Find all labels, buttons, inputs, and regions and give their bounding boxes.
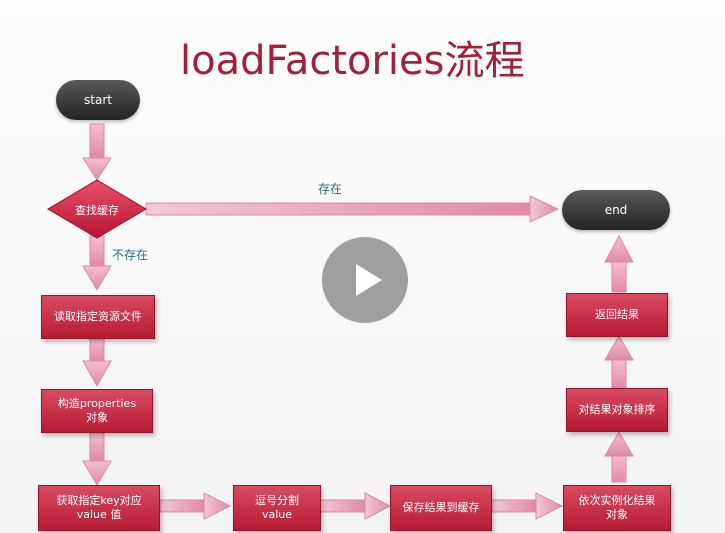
return-label: 返回结果 bbox=[595, 308, 639, 321]
instantiate-box: 依次实例化结果 对象 bbox=[563, 485, 671, 531]
split-box: 逗号分割 value bbox=[233, 485, 321, 531]
arrow-build-to-getvalue bbox=[82, 432, 112, 486]
start-node: start bbox=[56, 80, 140, 120]
arrow-return-to-end bbox=[604, 234, 634, 293]
sort-label: 对结果对象排序 bbox=[578, 403, 656, 416]
split-label: 逗号分割 value bbox=[255, 494, 299, 521]
arrow-save-to-instantiate bbox=[491, 492, 564, 520]
video-play-button[interactable] bbox=[322, 237, 408, 323]
return-box: 返回结果 bbox=[566, 293, 668, 337]
edge-label-not-exists: 不存在 bbox=[112, 248, 149, 262]
sort-box: 对结果对象排序 bbox=[566, 388, 668, 432]
save-cache-box: 保存结果到缓存 bbox=[390, 485, 492, 531]
save-cache-label: 保存结果到缓存 bbox=[402, 501, 480, 514]
instantiate-label: 依次实例化结果 对象 bbox=[578, 494, 656, 521]
arrow-instantiate-to-sort bbox=[604, 431, 634, 483]
play-icon bbox=[356, 264, 382, 296]
get-value-label: 获取指定key对应 value 值 bbox=[56, 494, 142, 521]
read-file-box: 读取指定资源文件 bbox=[41, 295, 155, 339]
arrow-check-to-read bbox=[82, 235, 112, 291]
end-node: end bbox=[562, 190, 670, 230]
arrow-read-to-build bbox=[82, 338, 112, 388]
build-properties-box: 构造properties 对象 bbox=[41, 389, 153, 433]
arrow-getvalue-to-split bbox=[159, 492, 232, 520]
get-value-box: 获取指定key对应 value 值 bbox=[38, 485, 160, 531]
arrow-start-to-check bbox=[82, 123, 112, 181]
arrow-sort-to-return bbox=[604, 335, 634, 389]
arrow-check-to-end bbox=[145, 195, 560, 223]
slide: loadFactories流程 start end 查找缓存 存在 不存在 读取… bbox=[0, 0, 725, 533]
edge-label-exists: 存在 bbox=[318, 182, 343, 196]
build-properties-label: 构造properties 对象 bbox=[57, 397, 137, 424]
read-file-label: 读取指定资源文件 bbox=[54, 310, 142, 323]
end-label: end bbox=[604, 203, 628, 217]
check-cache-label: 查找缓存 bbox=[75, 204, 119, 217]
arrow-split-to-save bbox=[319, 492, 392, 520]
start-label: start bbox=[84, 93, 112, 107]
